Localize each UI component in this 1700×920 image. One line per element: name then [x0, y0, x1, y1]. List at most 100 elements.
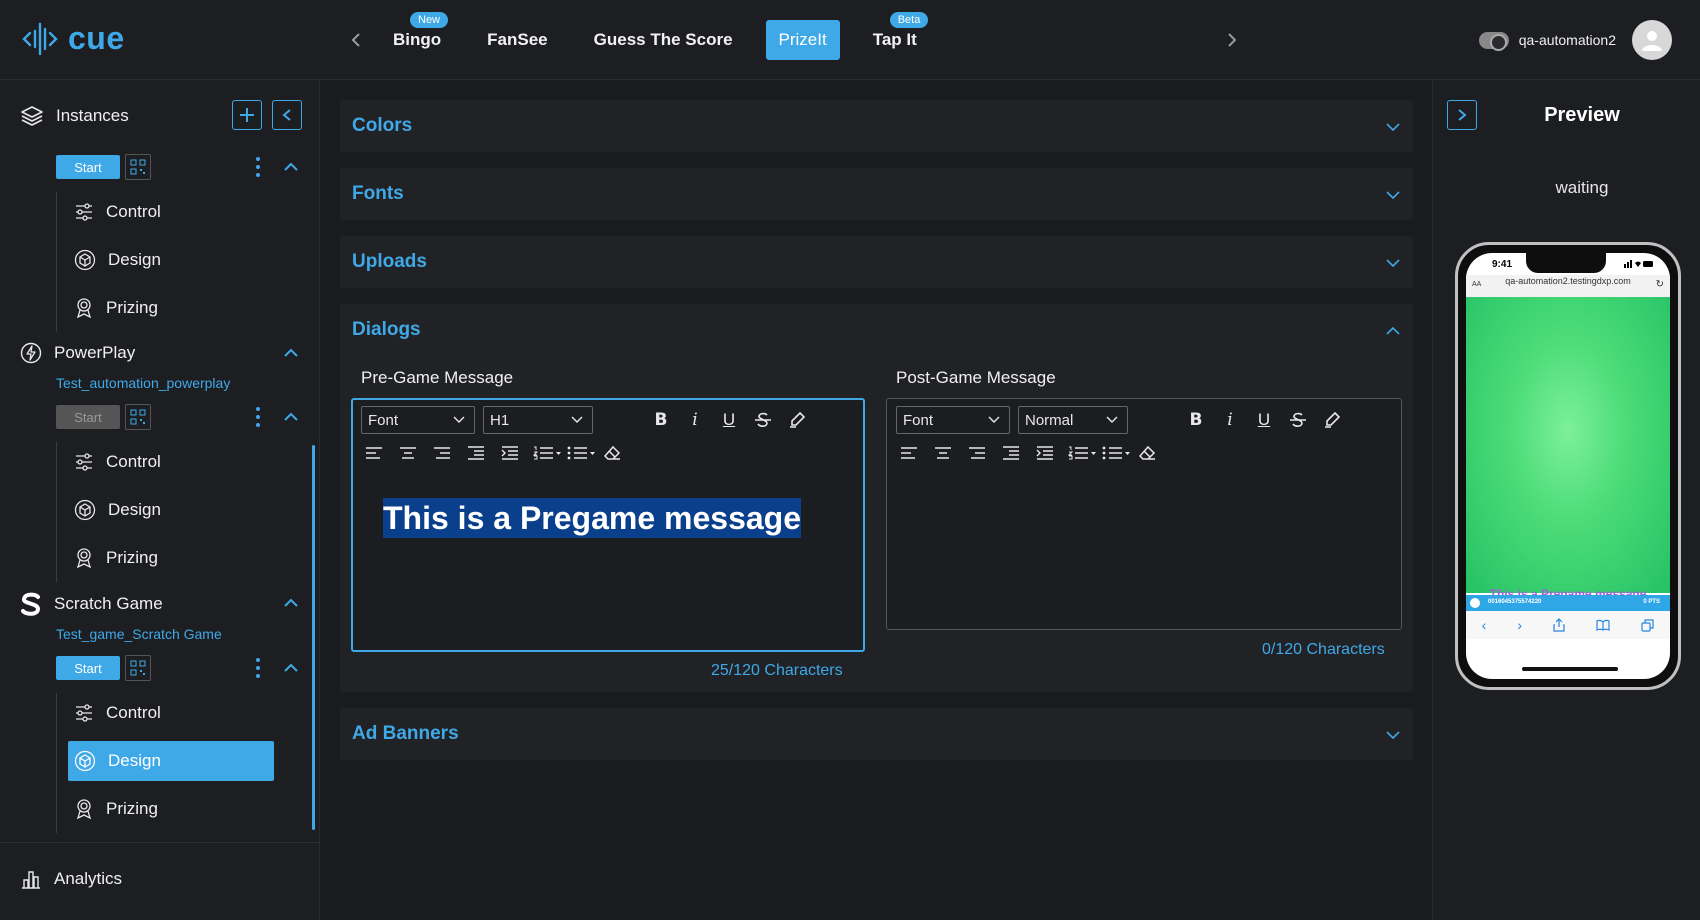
reader-aa-button[interactable]: AA — [1472, 281, 1481, 288]
align-center-button[interactable] — [397, 442, 419, 464]
clear-format-button[interactable] — [1136, 442, 1158, 464]
font-select[interactable]: Font — [361, 406, 475, 434]
powerplay-heading[interactable]: PowerPlay — [20, 342, 135, 364]
sidebar-item-analytics[interactable]: Analytics — [20, 868, 122, 890]
qr-code-button[interactable] — [125, 404, 151, 430]
back-icon[interactable]: ‹ — [1482, 617, 1487, 633]
qr-code-button[interactable] — [125, 655, 151, 681]
align-right-button[interactable] — [966, 442, 988, 464]
align-left-button[interactable] — [363, 442, 385, 464]
outdent-button[interactable] — [1000, 442, 1022, 464]
bullet-list-icon — [1102, 446, 1130, 460]
align-right-button[interactable] — [431, 442, 453, 464]
align-center-icon — [400, 447, 416, 459]
start-button[interactable]: Start — [56, 656, 120, 680]
bold-button[interactable]: B — [1185, 409, 1207, 431]
bullet-list-button[interactable] — [1102, 442, 1132, 464]
preview-status: waiting — [1555, 178, 1609, 197]
sidebar-item-prizing[interactable]: Prizing — [68, 288, 274, 328]
avatar[interactable] — [1632, 20, 1672, 60]
share-icon[interactable] — [1553, 618, 1565, 632]
more-options-button[interactable] — [255, 157, 261, 177]
indent-button[interactable] — [1034, 442, 1056, 464]
size-select[interactable]: Normal — [1018, 406, 1128, 434]
forward-icon[interactable]: › — [1517, 617, 1522, 633]
collapse-sidebar-button[interactable] — [272, 100, 302, 130]
bullet-list-button[interactable] — [567, 442, 597, 464]
pre-game-content[interactable]: This is a Pregame message — [383, 498, 801, 538]
more-options-button[interactable] — [255, 407, 261, 427]
sidebar: Instances Start Control Design Prizing P… — [0, 80, 320, 920]
tab-label: Bingo — [393, 30, 442, 49]
sidebar-item-prizing[interactable]: Prizing — [68, 789, 274, 829]
ad-banners-section-header[interactable]: Ad Banners — [340, 708, 1413, 760]
reload-icon[interactable]: ↻ — [1656, 279, 1664, 290]
sidebar-scrollbar[interactable] — [312, 445, 315, 830]
tab-fansee[interactable]: FanSee — [474, 20, 560, 60]
size-select-value: H1 — [490, 411, 510, 429]
post-game-editor[interactable]: Font Normal B i U — [886, 398, 1402, 630]
browser-url-bar[interactable]: qa-automation2.testingdxp.com — [1466, 275, 1670, 297]
url-text: qa-automation2.testingdxp.com — [1505, 276, 1631, 286]
tabs-scroll-right-button[interactable] — [1222, 28, 1242, 52]
sidebar-item-control[interactable]: Control — [68, 192, 274, 232]
align-center-button[interactable] — [932, 442, 954, 464]
clear-format-button[interactable] — [601, 442, 623, 464]
tab-tap-it[interactable]: Tap It Beta — [860, 12, 930, 60]
underline-button[interactable]: U — [1253, 409, 1275, 431]
more-options-button[interactable] — [255, 658, 261, 678]
align-left-button[interactable] — [898, 442, 920, 464]
highlight-button[interactable] — [786, 409, 808, 431]
tab-bingo[interactable]: Bingo New — [380, 12, 454, 60]
chevron-up-icon[interactable] — [283, 412, 299, 422]
chevron-up-icon[interactable] — [283, 348, 299, 358]
section-title: Ad Banners — [352, 723, 459, 744]
section-title[interactable]: Dialogs — [352, 319, 421, 341]
sidebar-item-control[interactable]: Control — [68, 693, 274, 733]
chevron-up-icon[interactable] — [1385, 326, 1401, 336]
strikethrough-button[interactable] — [752, 409, 774, 431]
highlight-button[interactable] — [1321, 409, 1343, 431]
strikethrough-button[interactable] — [1287, 409, 1309, 431]
italic-button[interactable]: i — [684, 409, 706, 431]
ordered-list-button[interactable] — [533, 442, 563, 464]
tab-guess-the-score[interactable]: Guess The Score — [581, 20, 746, 60]
start-button[interactable]: Start — [56, 155, 120, 179]
sidebar-item-design-active[interactable]: Design — [68, 741, 274, 781]
sidebar-item-design[interactable]: Design — [68, 490, 274, 530]
qr-code-button[interactable] — [125, 154, 151, 180]
pre-game-editor[interactable]: Font H1 B i U This is a Pregame message — [351, 398, 865, 652]
fonts-section-header[interactable]: Fonts — [340, 168, 1413, 220]
sidebar-item-control[interactable]: Control — [68, 442, 274, 482]
italic-button[interactable]: i — [1219, 409, 1241, 431]
underline-button[interactable]: U — [718, 409, 740, 431]
chevron-up-icon[interactable] — [283, 598, 299, 608]
sidebar-item-prizing[interactable]: Prizing — [68, 538, 274, 578]
theme-toggle[interactable] — [1478, 31, 1509, 51]
start-button[interactable]: Start — [56, 405, 120, 429]
font-select[interactable]: Font — [896, 406, 1010, 434]
cue-logo[interactable]: cue — [22, 20, 125, 57]
bookmarks-icon[interactable] — [1596, 619, 1610, 631]
indent-button[interactable] — [499, 442, 521, 464]
sidebar-item-label: Prizing — [106, 548, 158, 567]
chevron-up-icon[interactable] — [283, 663, 299, 673]
outdent-button[interactable] — [465, 442, 487, 464]
tabs-scroll-left-button[interactable] — [346, 28, 366, 52]
tab-prizeit[interactable]: PrizeIt — [765, 20, 840, 60]
post-game-label: Post-Game Message — [896, 368, 1056, 387]
post-game-content[interactable] — [897, 479, 1391, 619]
bold-button[interactable]: B — [650, 409, 672, 431]
sidebar-item-design[interactable]: Design — [68, 240, 274, 280]
eraser-icon — [603, 445, 621, 460]
beta-badge: Beta — [889, 12, 929, 28]
logo-text: cue — [68, 20, 125, 56]
scratch-game-heading[interactable]: Scratch Game — [20, 592, 163, 616]
chevron-up-icon[interactable] — [283, 162, 299, 172]
uploads-section-header[interactable]: Uploads — [340, 236, 1413, 288]
ordered-list-button[interactable] — [1068, 442, 1098, 464]
tabs-icon[interactable] — [1641, 618, 1655, 632]
add-instance-button[interactable] — [232, 100, 262, 130]
size-select[interactable]: H1 — [483, 406, 593, 434]
colors-section-header[interactable]: Colors — [340, 100, 1413, 152]
